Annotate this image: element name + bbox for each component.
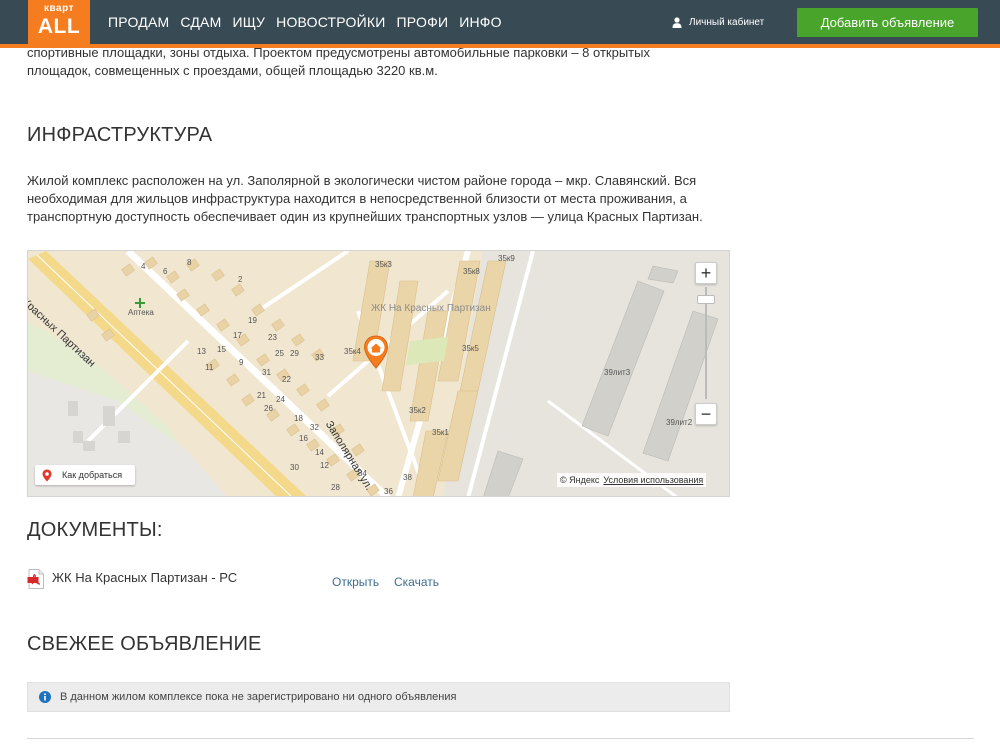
terms-link[interactable]: Условия использования (603, 475, 703, 485)
map-house-label: 31 (262, 368, 271, 377)
site-logo[interactable]: кварт ALL (28, 0, 90, 44)
map-house-label: 32 (310, 423, 319, 432)
map-house-label: 35к9 (498, 254, 515, 263)
location-pin-icon[interactable] (363, 335, 389, 369)
account-link[interactable]: Личный кабинет (672, 0, 764, 44)
nav-item-new-buildings[interactable]: НОВОСТРОЙКИ (276, 14, 385, 30)
pdf-icon (27, 569, 44, 589)
map-house-label: 8 (187, 258, 192, 267)
route-button[interactable]: Как добраться (35, 465, 135, 485)
document-download-link[interactable]: Скачать (394, 575, 439, 589)
map-marker-icon (42, 469, 52, 481)
logo-top-text: кварт (44, 3, 74, 14)
map-house-label: 35к3 (375, 260, 392, 269)
add-listing-button[interactable]: Добавить объявление (797, 8, 978, 37)
map-house-label: 35к4 (344, 347, 361, 356)
map-house-label: 35к2 (409, 406, 426, 415)
document-open-link[interactable]: Открыть (332, 575, 379, 589)
map-house-label: 4 (141, 262, 146, 271)
map-house-label: 11 (205, 363, 214, 372)
map-house-label: 14 (315, 448, 324, 457)
map-copyright: © Яндекс Условия использования (557, 473, 707, 487)
map-house-label: 12 (320, 461, 329, 470)
map-house-label: 28 (331, 483, 340, 492)
map-house-label: 35к1 (432, 428, 449, 437)
main-nav: ПРОДАМ СДАМ ИЩУ НОВОСТРОЙКИ ПРОФИ ИНФО (108, 0, 513, 44)
document-name: ЖК На Красных Партизан - РС (52, 570, 238, 585)
info-icon (39, 691, 51, 703)
map-house-label: 39лит2 (666, 418, 693, 427)
map-house-label: 34 (358, 469, 367, 478)
intro-line: площадок, совмещенных с проездами, общей… (27, 63, 438, 78)
user-icon (672, 16, 682, 28)
zoom-out-button[interactable]: − (695, 403, 717, 425)
infra-line: транспортную доступность обеспечивает од… (27, 209, 703, 224)
notice-text: В данном жилом комплексе пока не зарегис… (60, 691, 457, 703)
nav-item-search[interactable]: ИЩУ (232, 14, 265, 30)
map-house-label: 29 (290, 349, 299, 358)
map-house-label: 23 (268, 333, 277, 342)
map-house-label: 18 (294, 414, 303, 423)
intro-paragraph: спортивные площадки, зоны отдыха. Проект… (27, 44, 732, 80)
map-house-label: 26 (264, 404, 273, 413)
map-house-label: 21 (257, 391, 266, 400)
pharmacy-label: Аптека (128, 308, 154, 317)
location-map[interactable]: Красных Партизан Заполярная ул. ЖК На Кр… (27, 250, 730, 497)
map-house-label: 35к5 (462, 344, 479, 353)
infra-line: необходимая для жильцов инфраструктура н… (27, 191, 687, 206)
infrastructure-paragraph: Жилой комплекс расположен на ул. Заполяр… (27, 172, 732, 226)
map-house-label: 13 (197, 347, 206, 356)
map-house-label: 36 (384, 487, 393, 496)
map-house-label: 19 (248, 316, 257, 325)
header-accent-line (0, 44, 1000, 48)
complex-label: ЖК На Красных Партизан (371, 303, 491, 314)
nav-item-pro[interactable]: ПРОФИ (397, 14, 449, 30)
zoom-in-button[interactable]: + (695, 262, 717, 284)
infra-line: Жилой комплекс расположен на ул. Заполяр… (27, 173, 697, 188)
account-label: Личный кабинет (689, 16, 765, 28)
nav-item-sell[interactable]: ПРОДАМ (108, 14, 169, 30)
documents-title: ДОКУМЕНТЫ: (27, 519, 163, 541)
map-house-label: 15 (217, 345, 226, 354)
map-house-label: 17 (233, 331, 242, 340)
map-house-label: 39лит3 (604, 368, 631, 377)
nav-item-info[interactable]: ИНФО (459, 14, 502, 30)
top-navigation-bar: кварт ALL ПРОДАМ СДАМ ИЩУ НОВОСТРОЙКИ ПР… (0, 0, 1000, 44)
map-house-label: 38 (403, 473, 412, 482)
empty-listing-notice: В данном жилом комплексе пока не зарегис… (27, 682, 730, 712)
map-house-label: 6 (163, 267, 168, 276)
route-button-label: Как добраться (62, 470, 123, 480)
map-house-label: 24 (276, 395, 285, 404)
fresh-listing-title: СВЕЖЕЕ ОБЪЯВЛЕНИЕ (27, 633, 262, 655)
footer-divider (27, 738, 974, 739)
infrastructure-title: ИНФРАСТРУКТУРА (27, 124, 213, 146)
nav-item-rent[interactable]: СДАМ (180, 14, 221, 30)
copyright-text: © Яндекс (560, 475, 600, 485)
logo-main-text: ALL (37, 15, 81, 38)
map-house-label: 16 (299, 434, 308, 443)
map-house-label: 2 (238, 275, 243, 284)
map-house-label: 9 (239, 358, 244, 367)
map-house-label: 33 (315, 353, 324, 362)
map-house-label: 22 (282, 375, 291, 384)
map-house-label: 30 (290, 463, 299, 472)
map-house-label: 35к8 (463, 267, 480, 276)
document-row: ЖК На Красных Партизан - РС Открыть Скач… (27, 568, 732, 589)
zoom-slider-handle[interactable] (697, 295, 715, 304)
map-house-label: 25 (275, 349, 284, 358)
